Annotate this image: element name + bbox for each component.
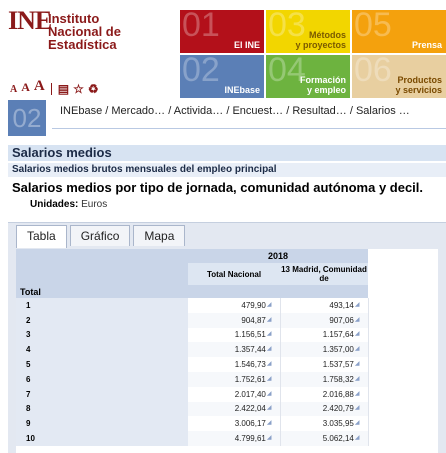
table-cell[interactable]: 1.537,57◢ (280, 357, 369, 372)
row-label: 8 (16, 401, 188, 417)
section-number-badge: 02 (8, 100, 46, 136)
tile-label: El INE (233, 40, 260, 50)
tile-productos[interactable]: 06 Productos y servicios (352, 55, 446, 98)
breadcrumb-item-salarios[interactable]: Salarios … (356, 105, 410, 117)
table-cell[interactable]: 1.357,44◢ (188, 342, 281, 358)
data-table: 2018 Total Nacional 13 Madrid, Comunidad… (16, 249, 369, 446)
table-cell[interactable]: 493,14◢ (280, 298, 369, 313)
view-tabs: Tabla Gráfico Mapa (16, 225, 186, 248)
institute-name[interactable]: Instituto Nacional de Estadística (48, 12, 121, 51)
table-cell[interactable]: 3.006,17◢ (188, 416, 281, 432)
row-label: 6 (16, 371, 188, 387)
table-subtitle: Salarios medios brutos mensuales del emp… (8, 163, 446, 177)
tile-formacion[interactable]: 04 Formación y empleo (266, 55, 350, 98)
corner-cell (16, 249, 188, 263)
table-cell[interactable]: 1.156,51◢ (188, 327, 281, 343)
row-label: 7 (16, 386, 188, 402)
table-cell[interactable]: 2.422,04◢ (188, 401, 281, 417)
tab-grafico[interactable]: Gráfico (69, 225, 131, 246)
table-cell[interactable]: 1.758,32◢ (280, 371, 369, 387)
breadcrumb-item-actividad[interactable]: Activida… (174, 105, 224, 117)
tile-label: Formación y empleo (299, 75, 346, 95)
breadcrumb-item-encuesta[interactable]: Encuest… (232, 105, 283, 117)
star-icon[interactable]: ☆ (73, 83, 84, 95)
row-label: 2 (16, 312, 188, 328)
font-size-tools: A A A ▤ ☆ ♻ (10, 78, 99, 95)
print-icon[interactable]: ▤ (58, 83, 69, 95)
column-header-madrid: 13 Madrid, Comunidad de (280, 263, 368, 285)
breadcrumb-item-mercado[interactable]: Mercado… (111, 105, 165, 117)
tile-label: Productos y servicios (395, 75, 442, 95)
sitemap-icon[interactable]: ♻ (88, 83, 99, 95)
tile-number: 01 (182, 10, 220, 44)
units-value: Euros (81, 199, 108, 210)
table-cell[interactable]: 479,90◢ (188, 298, 281, 313)
table-cell[interactable]: 2.420,79◢ (280, 401, 369, 417)
tile-el-ine[interactable]: 01 El INE (180, 10, 264, 53)
row-label: 10 (16, 431, 188, 446)
font-large-button[interactable]: A (34, 78, 45, 95)
table-cell[interactable]: 1.157,64◢ (280, 327, 369, 343)
breadcrumb-item-inebase[interactable]: INEbase (60, 105, 102, 117)
table-cell[interactable]: 2.016,88◢ (280, 386, 369, 402)
tile-metodos[interactable]: 03 Métodos y proyectos (266, 10, 350, 53)
institute-line-3: Estadística (48, 37, 117, 52)
tile-prensa[interactable]: 05 Prensa (352, 10, 446, 53)
main-nav-tiles: 01 El INE 03 Métodos y proyectos 05 Prens… (178, 8, 446, 98)
divider (50, 83, 52, 95)
tile-label: Métodos y proyectos (295, 30, 346, 50)
table-cell[interactable]: 3.035,95◢ (280, 416, 369, 432)
tile-number: 06 (354, 55, 392, 89)
row-label: 4 (16, 342, 188, 358)
table-cell[interactable]: 907,06◢ (280, 312, 369, 328)
group-header-total: Total (16, 285, 368, 298)
table-cell[interactable]: 4.799,61◢ (188, 431, 281, 446)
data-table-container: 2018 Total Nacional 13 Madrid, Comunidad… (16, 249, 438, 453)
table-cell[interactable]: 904,87◢ (188, 312, 281, 328)
table-cell[interactable]: 2.017,40◢ (188, 386, 281, 402)
tile-inebase[interactable]: 02 INEbase (180, 55, 264, 98)
table-cell[interactable]: 5.062,14◢ (280, 431, 369, 446)
units-label: Unidades: (30, 199, 79, 210)
breadcrumb-item-resultados[interactable]: Resultad… (292, 105, 346, 117)
page-title: Salarios medios por tipo de jornada, com… (12, 180, 424, 195)
section-title: Salarios medios (8, 145, 446, 161)
tile-number: 02 (182, 55, 220, 89)
year-header: 2018 (188, 249, 368, 263)
divider (52, 128, 446, 129)
table-cell[interactable]: 1.357,00◢ (280, 342, 369, 358)
tab-mapa[interactable]: Mapa (133, 225, 186, 246)
table-cell[interactable]: 1.752,61◢ (188, 371, 281, 387)
table-cell[interactable]: 1.546,73◢ (188, 357, 281, 372)
tile-label: INEbase (224, 85, 260, 95)
font-medium-button[interactable]: A (21, 80, 30, 95)
row-label: 1 (16, 298, 188, 313)
font-small-button[interactable]: A (10, 84, 17, 95)
ine-logo[interactable]: INE (8, 6, 52, 68)
row-label: 9 (16, 416, 188, 432)
row-label: 3 (16, 327, 188, 343)
breadcrumb-trail: INEbase / Mercado… / Activida… / Encuest… (60, 105, 410, 117)
breadcrumb: 02 INEbase / Mercado… / Activida… / Encu… (8, 100, 446, 136)
units-line: Unidades: Euros (30, 199, 107, 210)
corner-cell (16, 263, 188, 285)
tab-tabla[interactable]: Tabla (16, 225, 67, 248)
tile-number: 05 (354, 10, 392, 44)
tile-label: Prensa (411, 40, 442, 50)
column-header-total-nacional: Total Nacional (188, 263, 280, 285)
row-label: 5 (16, 357, 188, 372)
results-panel: Tabla Gráfico Mapa 2018 Total Nacional 1… (8, 222, 446, 453)
site-header: INE Instituto Nacional de Estadística A … (0, 0, 446, 98)
logo-letters: INE (8, 6, 52, 35)
